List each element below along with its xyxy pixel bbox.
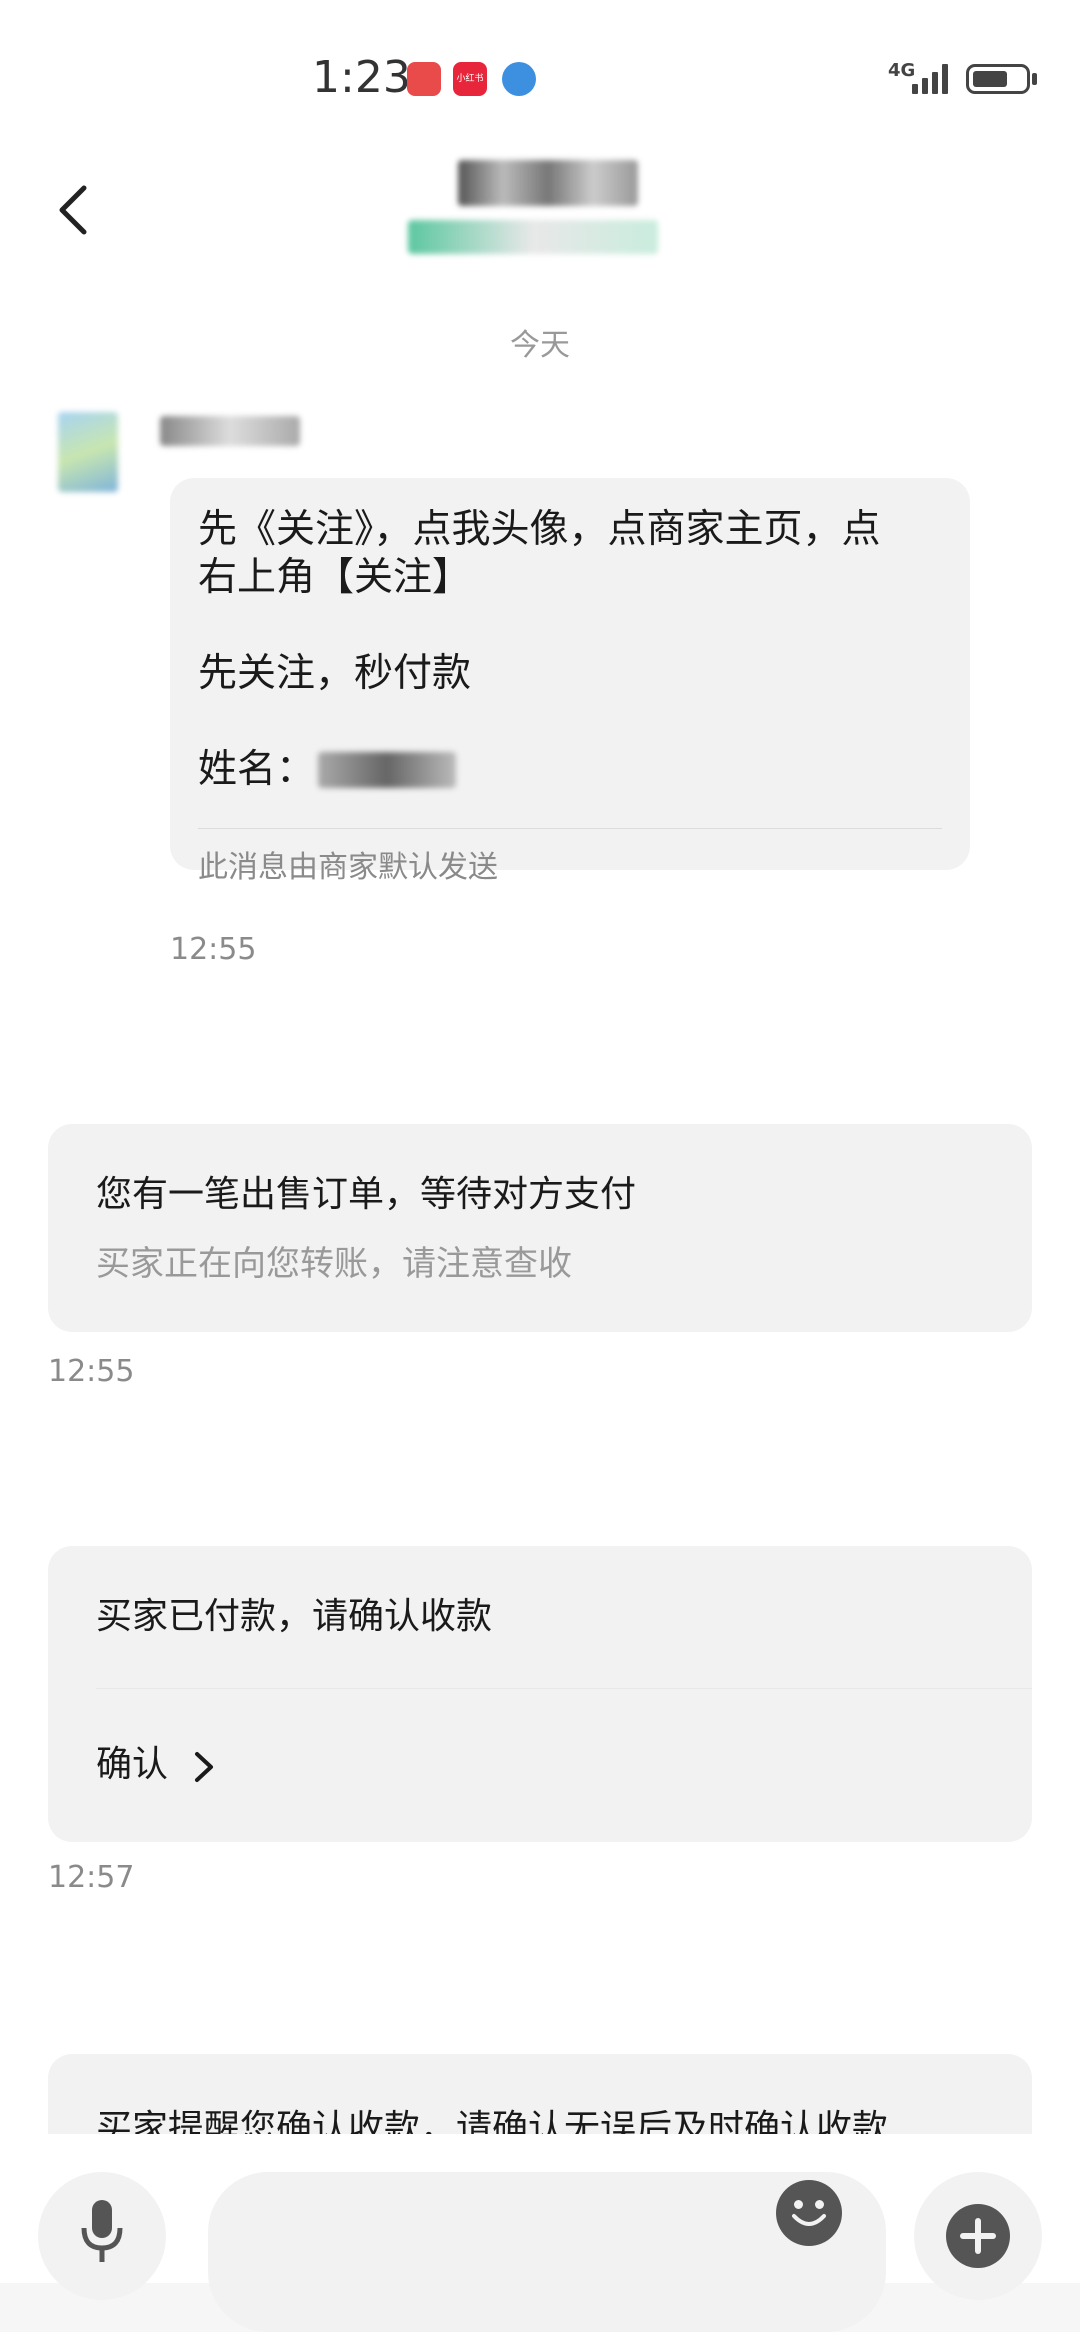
- card-subtitle: 买家正在向您转账，请注意查收: [96, 1244, 572, 1284]
- sender-name-redacted: [160, 416, 300, 446]
- confirm-button[interactable]: 确认: [96, 1742, 276, 1802]
- microphone-icon[interactable]: [38, 2172, 166, 2300]
- app-icon-red: [407, 62, 441, 96]
- status-bar: 1:23 小红书 4G: [0, 0, 1080, 150]
- card-title: 买家已付款，请确认收款: [96, 1596, 493, 1637]
- payment-confirm-card: 买家已付款，请确认收款 确认: [48, 1546, 1032, 1842]
- contact-status-redacted: [408, 220, 658, 254]
- chat-area[interactable]: 今天 先《关注》，点我头像，点商家主页，点 右上角【关注】 先关注，秒付款 姓名…: [0, 272, 1080, 2134]
- xiaohongshu-icon: 小红书: [453, 62, 487, 96]
- avatar[interactable]: [58, 412, 118, 492]
- chevron-left-icon[interactable]: [50, 180, 100, 240]
- confirm-label: 确认: [96, 1744, 169, 1785]
- network-type: 4G: [888, 60, 916, 81]
- message-time: 12:55: [170, 932, 257, 967]
- message-line: 先《关注》，点我头像，点商家主页，点: [198, 507, 881, 552]
- message-time: 12:55: [48, 1354, 135, 1389]
- date-divider: 今天: [510, 328, 570, 363]
- status-time: 1:23: [312, 52, 411, 103]
- browser-icon: [502, 62, 536, 96]
- chat-header: [0, 150, 1080, 273]
- message-line: 姓名：: [198, 747, 316, 792]
- order-status-card[interactable]: 您有一笔出售订单，等待对方支付 买家正在向您转账，请注意查收: [48, 1124, 1032, 1332]
- message-line: 右上角【关注】: [198, 555, 472, 600]
- input-bar: [0, 2134, 1080, 2332]
- battery-icon: [966, 64, 1030, 94]
- message-line: 先关注，秒付款: [198, 651, 472, 696]
- divider: [96, 1688, 1032, 1689]
- contact-name-redacted: [458, 160, 638, 206]
- card-title: 您有一笔出售订单，等待对方支付: [96, 1174, 637, 1215]
- auto-send-note: 此消息由商家默认发送: [198, 850, 498, 885]
- plus-icon: [946, 2204, 1010, 2268]
- message-time: 12:57: [48, 1860, 135, 1895]
- battery-tip: [1032, 73, 1037, 85]
- plus-icon-button[interactable]: [914, 2172, 1042, 2300]
- emoji-icon[interactable]: [776, 2180, 842, 2246]
- xiaohongshu-label: 小红书: [456, 74, 484, 84]
- chevron-right-icon: [195, 1752, 213, 1782]
- reminder-card[interactable]: 买家提醒您确认收款，请确认无误后及时确认收款: [48, 2054, 1032, 2134]
- card-title: 买家提醒您确认收款，请确认无误后及时确认收款: [96, 2108, 889, 2134]
- merchant-auto-message[interactable]: 先《关注》，点我头像，点商家主页，点 右上角【关注】 先关注，秒付款 姓名： 此…: [170, 478, 970, 885]
- name-redacted: [318, 752, 456, 788]
- divider: [198, 828, 942, 829]
